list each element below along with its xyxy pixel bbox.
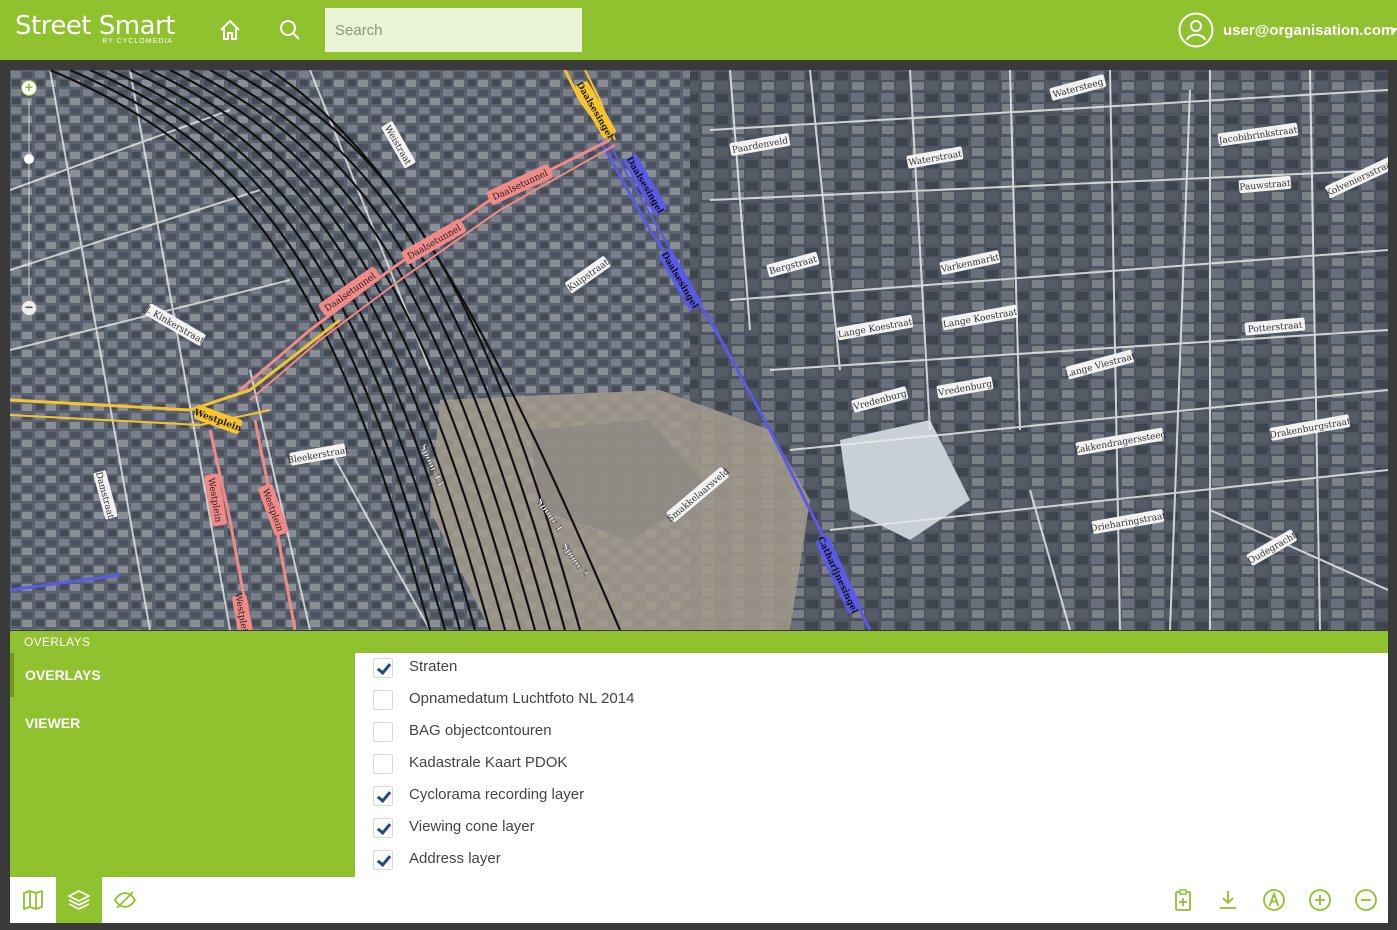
zoom-in-icon — [1309, 889, 1331, 911]
clipboard-plus-icon — [1175, 889, 1191, 911]
layer-label: Address layer — [409, 850, 501, 867]
layer-label: Cyclorama recording layer — [409, 786, 585, 803]
map-zoom-out-button[interactable]: − — [21, 300, 37, 316]
overlays-panel-title: OVERLAYS — [24, 635, 91, 649]
download-icon — [1220, 891, 1236, 909]
layer-checkbox-opnamedatum[interactable] — [373, 690, 393, 710]
layer-row-straten[interactable]: Straten — [373, 655, 973, 679]
layer-checkbox-cyclorama[interactable] — [373, 786, 393, 806]
overlays-panel-nav: OVERLAYS VIEWER — [10, 653, 355, 877]
zoom-handle[interactable] — [24, 154, 34, 164]
aerial-map[interactable]: Daalsesingel Daalsesingel Daalsesingel D… — [10, 70, 1388, 630]
map-icon — [23, 890, 43, 910]
layers-icon — [68, 890, 90, 910]
bottom-toolbar — [10, 877, 1388, 923]
eye-off-icon — [113, 891, 137, 909]
logo-subtitle: BY CYCLOMEDIA — [102, 38, 173, 45]
street-smart-logo[interactable]: Street Smart BY CYCLOMEDIA — [15, 11, 175, 45]
layer-row-viewing-cone[interactable]: Viewing cone layer — [373, 815, 973, 839]
layer-label: Viewing cone layer — [409, 818, 535, 835]
layer-row-kadastrale[interactable]: Kadastrale Kaart PDOK — [373, 751, 973, 775]
layer-label: Kadastrale Kaart PDOK — [409, 754, 568, 771]
search-button[interactable] — [276, 16, 304, 44]
search-icon — [280, 20, 300, 40]
layers-button[interactable] — [56, 877, 102, 923]
layer-checkbox-kadastrale[interactable] — [373, 754, 393, 774]
layer-label: Opnamedatum Luchtfoto NL 2014 — [409, 690, 635, 707]
measure-button[interactable] — [1251, 877, 1297, 923]
user-email[interactable]: user@organisation.com — [1223, 22, 1394, 39]
nav-item-viewer[interactable]: VIEWER — [10, 701, 355, 745]
logo-title: Street Smart — [15, 11, 175, 41]
map-zoom-in-button[interactable]: + — [21, 80, 37, 96]
map-zoom-slider[interactable]: + − — [18, 78, 40, 318]
layer-list: Straten Opnamedatum Luchtfoto NL 2014 BA… — [355, 653, 1388, 877]
measure-icon — [1263, 889, 1285, 911]
zoom-out-icon — [1355, 889, 1377, 911]
map-view-button[interactable] — [10, 877, 56, 923]
home-button[interactable] — [216, 16, 244, 44]
layer-row-address[interactable]: Address layer — [373, 847, 973, 871]
zoom-in-button[interactable] — [1297, 877, 1343, 923]
layer-checkbox-viewing-cone[interactable] — [373, 818, 393, 838]
layer-label: BAG objectcontouren — [409, 722, 552, 739]
layer-row-opnamedatum[interactable]: Opnamedatum Luchtfoto NL 2014 — [373, 687, 973, 711]
nav-item-overlays[interactable]: OVERLAYS — [10, 653, 355, 697]
layer-checkbox-bag[interactable] — [373, 722, 393, 742]
app-header: Street Smart BY CYCLOMEDIA user@organisa… — [0, 0, 1397, 60]
layer-row-bag[interactable]: BAG objectcontouren — [373, 719, 973, 743]
zoom-out-button[interactable] — [1343, 877, 1389, 923]
clipboard-add-button[interactable] — [1160, 877, 1206, 923]
toggle-visibility-button[interactable] — [102, 877, 148, 923]
layer-row-cyclorama[interactable]: Cyclorama recording layer — [373, 783, 973, 807]
download-button[interactable] — [1205, 877, 1251, 923]
layer-label: Straten — [409, 658, 458, 675]
user-avatar-icon[interactable] — [1178, 12, 1214, 48]
zoom-track[interactable] — [28, 100, 30, 296]
home-icon — [220, 20, 240, 40]
layer-checkbox-straten[interactable] — [373, 658, 393, 678]
chevron-down-icon[interactable] — [1390, 28, 1397, 33]
overlays-panel-header: OVERLAYS — [10, 631, 1388, 653]
layer-checkbox-address[interactable] — [373, 850, 393, 870]
search-input[interactable] — [325, 8, 582, 52]
map-canvas[interactable]: Daalsesingel Daalsesingel Daalsesingel D… — [10, 70, 1388, 630]
